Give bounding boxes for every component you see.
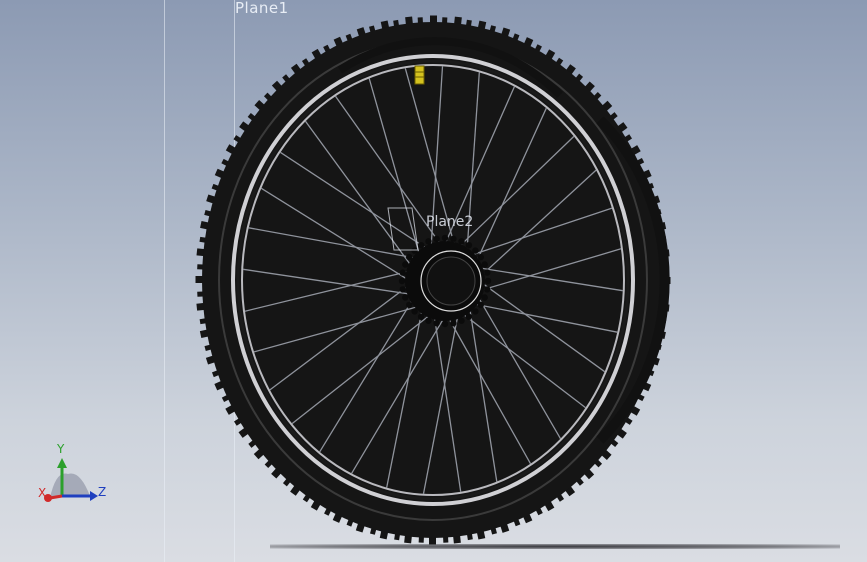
hub-tooth	[481, 261, 488, 268]
bicycle-wheel-model[interactable]	[0, 0, 867, 562]
hub-tooth	[402, 294, 409, 301]
graphics-viewport[interactable]: Plane1 Plane2 Y Z X	[0, 0, 867, 562]
hub-tooth	[441, 320, 449, 328]
hub-tooth	[399, 269, 406, 276]
hub-tooth	[425, 238, 432, 245]
hub-tooth	[484, 286, 491, 293]
valve-stem	[414, 65, 425, 85]
hub-axle	[426, 256, 476, 306]
hub-tooth	[425, 317, 432, 324]
hub	[398, 234, 492, 328]
hub-tooth	[458, 317, 465, 324]
valve-cap	[414, 65, 425, 85]
hub-tooth	[481, 294, 488, 301]
z-arrow-head	[90, 491, 98, 501]
y-axis-label: Y	[57, 442, 65, 456]
hub-tooth	[398, 277, 406, 285]
y-arrow-head	[57, 458, 67, 468]
hub-tooth	[402, 261, 409, 268]
hub-tooth	[458, 238, 465, 245]
hub-tooth	[433, 320, 440, 327]
hub-tooth	[450, 235, 457, 242]
plane2-label[interactable]: Plane2	[426, 214, 473, 230]
hub-tooth	[450, 320, 457, 327]
triad-view-cone	[50, 473, 90, 498]
hub-tooth	[441, 234, 449, 242]
triad-graphic	[44, 458, 98, 502]
z-axis-label: Z	[98, 485, 107, 499]
hub-tooth	[433, 235, 440, 242]
hub-tooth	[399, 286, 406, 293]
hub-tooth	[484, 277, 492, 285]
reference-triad: Y Z X	[36, 440, 116, 510]
x-axis-label: X	[38, 486, 47, 500]
hub-tooth	[484, 269, 491, 276]
